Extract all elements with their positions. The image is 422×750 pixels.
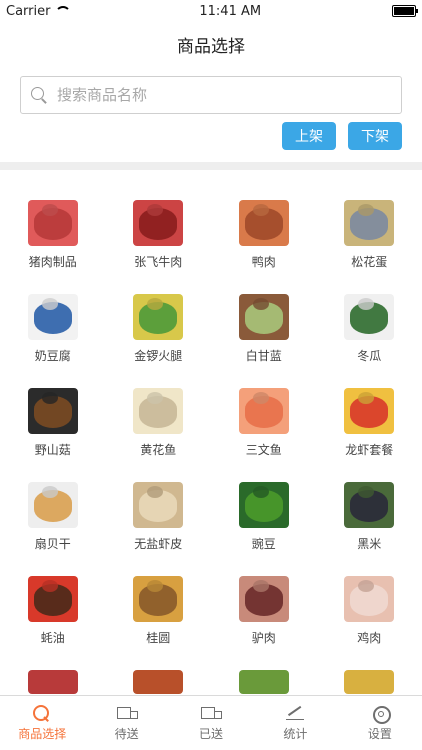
product-name: 松花蛋 [351,255,388,269]
pea-icon [238,482,289,528]
chicken-icon [133,670,184,694]
chart-icon [284,704,306,722]
duck-icon [238,200,289,246]
status-left: Carrier [6,3,72,19]
tab-chart[interactable]: 统计 [253,696,337,750]
product-item[interactable]: 张飞牛肉 [106,200,212,294]
salmon-icon [238,388,289,434]
carrier-label: Carrier [6,3,51,19]
product-item[interactable]: 豌豆 [211,482,317,576]
tab-search-grid[interactable]: 商品选择 [0,696,84,750]
search-area [0,66,422,114]
tab-gear[interactable]: 设置 [338,696,422,750]
lobster-icon [344,388,395,434]
product-item[interactable]: 蚝油 [0,576,106,670]
wax-gourd-icon [344,294,395,340]
product-name: 鸡肉 [357,631,382,645]
search-grid-icon [31,704,53,722]
product-name: 白甘蓝 [245,349,282,363]
oyster-sauce-icon [27,576,78,622]
truck-icon [116,704,138,722]
product-name: 扇贝干 [34,537,71,551]
egg-icon [344,200,395,246]
scallop-icon [27,482,78,528]
product-item[interactable]: 驴肉 [211,576,317,670]
nav-bar: 商品选择 [0,22,422,66]
product-name: 豌豆 [251,537,276,551]
product-name: 桂圆 [146,631,171,645]
beef-icon [133,200,184,246]
product-grid: 猪肉制品 张飞牛肉 鸭肉 松花蛋奶豆腐 金锣火腿 白甘蓝 冬瓜野山菇 黄花鱼 三文鱼 龙虾套餐扇贝… [0,170,422,670]
status-bar: Carrier 11:41 AM [0,0,422,22]
product-name: 无盐虾皮 [134,537,183,551]
product-name: 鸭肉 [251,255,276,269]
truck-done-icon [200,704,223,722]
product-name: 张飞牛肉 [134,255,183,269]
search-box[interactable] [20,76,402,114]
product-item[interactable]: 猪肉制品 [0,200,106,294]
product-name: 黄花鱼 [140,443,177,457]
tab-label: 商品选择 [18,727,67,741]
clock: 11:41 AM [199,3,262,19]
product-name: 三文鱼 [245,443,282,457]
product-item[interactable]: 无盐虾皮 [106,482,212,576]
milk-tofu-icon [27,294,78,340]
ham-icon [133,294,184,340]
vegetable-icon [238,670,289,694]
section-divider [0,162,422,170]
product-name: 金锣火腿 [134,349,183,363]
wifi-icon [54,6,72,16]
product-item[interactable]: 野山菇 [0,388,106,482]
product-item[interactable]: 扇贝干 [0,482,106,576]
package-icon [344,670,395,694]
fish-icon [133,388,184,434]
cabbage-icon [238,294,289,340]
product-name: 奶豆腐 [34,349,71,363]
gear-icon [369,704,391,724]
search-icon [31,87,47,103]
unshelve-button[interactable]: 下架 [348,122,402,150]
shrimp-icon [133,482,184,528]
tab-truck-done[interactable]: 已送 [169,696,253,750]
tab-bar: 商品选择 待送 已送 统计 设置 [0,695,422,750]
action-bar: 上架 下架 [0,114,422,150]
tab-label: 已送 [199,727,224,741]
meat-icon [27,200,78,246]
product-name: 驴肉 [251,631,276,645]
product-item[interactable]: 奶豆腐 [0,294,106,388]
product-name: 猪肉制品 [28,255,77,269]
product-name: 蚝油 [40,631,65,645]
product-item[interactable]: 鸭肉 [211,200,317,294]
product-name: 冬瓜 [357,349,382,363]
product-item[interactable]: 金锣火腿 [106,294,212,388]
product-item[interactable]: 松花蛋 [317,200,422,294]
chicken-icon [344,576,395,622]
product-item[interactable]: 鸡肉 [317,576,422,670]
product-name: 黑米 [357,537,382,551]
shelve-button[interactable]: 上架 [282,122,336,150]
product-name: 野山菇 [34,443,71,457]
product-name: 龙虾套餐 [345,443,394,457]
meat-icon [27,670,78,694]
longan-icon [133,576,184,622]
mushroom-icon [27,388,78,434]
product-item[interactable]: 黄花鱼 [106,388,212,482]
tab-label: 统计 [283,727,308,741]
search-input[interactable] [55,85,391,105]
tab-truck[interactable]: 待送 [84,696,168,750]
product-item[interactable]: 黑米 [317,482,422,576]
product-item[interactable]: 冬瓜 [317,294,422,388]
battery-icon [392,5,418,17]
product-item[interactable]: 桂圆 [106,576,212,670]
product-item[interactable]: 白甘蓝 [211,294,317,388]
donkey-meat-icon [238,576,289,622]
product-item[interactable]: 龙虾套餐 [317,388,422,482]
product-item[interactable]: 三文鱼 [211,388,317,482]
page-title: 商品选择 [177,36,245,57]
tab-label: 待送 [114,727,139,741]
black-rice-icon [344,482,395,528]
tab-label: 设置 [367,727,392,741]
